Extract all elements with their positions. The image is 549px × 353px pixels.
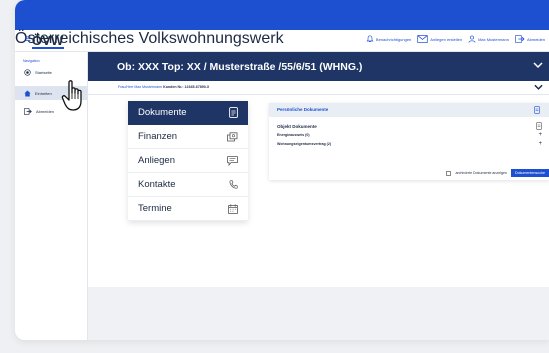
documents-footer: archivierte Dokumente anzeigen Dokumente… [446,169,549,177]
content-area: Dokumente Finanzen Anliegen Kontakte Ter… [88,95,549,287]
menu-item-dokumente[interactable]: Dokumente [128,101,248,125]
user-link[interactable]: Max Mustermann [468,35,509,43]
expand-plus-icon[interactable]: + [538,141,542,147]
object-bar[interactable]: Ob: XXX Top: XX / Musterstraße /55/6/51 … [88,52,549,81]
menu-item-termine[interactable]: Termine [128,197,248,221]
money-icon [227,131,238,141]
top-band [15,0,549,30]
object-documents-label: Objekt Dokumente [277,123,317,129]
expand-plus-icon[interactable]: + [538,132,542,138]
home-icon [24,90,31,96]
chevron-down-icon[interactable] [533,62,543,69]
menu-item-label: Kontakte [138,179,176,190]
customer-info: Frau/Herr Max Mustermann Kunden Nr.: 123… [118,85,209,89]
logo[interactable]: ≡ ÖVW [25,34,64,49]
logout-label: Abmelden [526,36,545,42]
customer-bar[interactable]: Frau/Herr Max Mustermann Kunden Nr.: 123… [88,81,549,95]
app-window: ≡ ÖVW Österreichisches Volkswohnungswerk… [15,0,549,340]
header: ≡ ÖVW Österreichisches Volkswohnungswerk… [15,30,549,52]
menu-item-label: Finanzen [138,131,178,142]
hand-cursor-icon [61,80,82,111]
document-icon [534,106,540,114]
notifications-label: Benachrichtigungen [375,36,412,42]
sidebar-title: Navigation [23,59,40,63]
notifications-link[interactable]: Benachrichtigungen [366,35,411,43]
bell-icon [366,35,374,42]
archived-checkbox[interactable] [446,170,452,176]
object-documents-row[interactable]: Objekt Dokumente [277,122,542,130]
sidebar-item-label: Abmelden [36,108,55,114]
sidebar-item-label: Startseite [35,69,52,75]
user-name: Max Mustermann [478,36,509,42]
document-category-row[interactable]: Wohnungseigentumsvertrag (2) + [277,141,542,147]
menu-item-label: Anliegen [138,155,175,166]
document-icon [536,122,542,130]
document-search-button[interactable]: Dokumentensuche [511,169,549,177]
user-icon [468,35,476,43]
chevron-down-icon[interactable] [534,84,543,91]
logo-text: ÖVW [31,33,64,49]
header-nav: Benachrichtigungen Anliegen erstellen Ma… [366,35,545,43]
customer-name: Frau/Herr Max Mustermann [118,85,163,89]
document-category-row[interactable]: Energieausweis (0) + [277,132,542,138]
object-title: Ob: XXX Top: XX / Musterstraße /55/6/51 … [117,61,363,73]
calendar-icon [228,203,238,214]
menu-item-anliegen[interactable]: Anliegen [128,149,248,173]
logout-link[interactable]: Abmelden [515,35,545,43]
logout-icon [24,107,32,115]
logout-icon [515,35,525,43]
unit-menu: Dokumente Finanzen Anliegen Kontakte Ter… [128,101,248,221]
target-icon [24,68,31,76]
menu-item-label: Dokumente [138,107,187,118]
menu-item-label: Termine [138,203,172,214]
menu-item-finanzen[interactable]: Finanzen [128,125,248,149]
customer-number: Kunden Nr.: 12345-67890-X [163,85,210,89]
create-request-label: Anliegen erstellen [430,36,463,42]
document-category-label: Wohnungseigentumsvertrag (2) [277,142,332,146]
documents-header[interactable]: Persönliche Dokumente [269,103,549,117]
sidebar-item-startseite[interactable]: Startseite [15,65,88,79]
chat-icon [227,155,238,166]
main-area: Ob: XXX Top: XX / Musterstraße /55/6/51 … [88,52,549,340]
archived-label: archivierte Dokumente anzeigen [455,171,508,175]
document-category-label: Energieausweis (0) [277,133,310,137]
documents-title: Persönliche Dokumente [277,107,329,112]
menu-icon[interactable]: ≡ [25,34,31,46]
mail-icon [417,35,428,43]
document-icon [229,107,238,118]
phone-icon [229,180,238,189]
sidebar-item-label: Einheiten [35,90,52,96]
menu-item-kontakte[interactable]: Kontakte [128,173,248,197]
create-request-link[interactable]: Anliegen erstellen [417,35,462,43]
